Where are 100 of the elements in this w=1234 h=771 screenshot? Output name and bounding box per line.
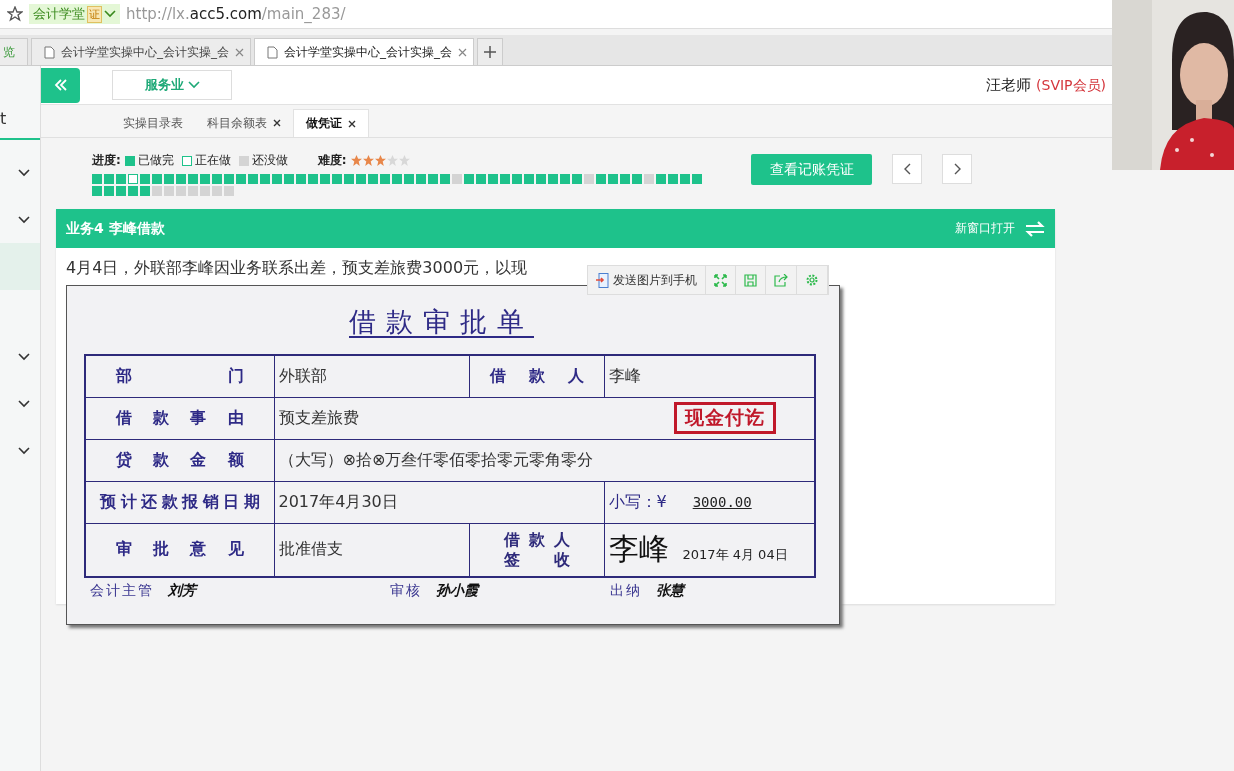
chevron-down-icon — [187, 81, 200, 89]
progress-square[interactable] — [296, 174, 306, 184]
collapse-button[interactable] — [41, 67, 80, 103]
progress-square[interactable] — [608, 174, 618, 184]
form-label: 贷款金额 — [85, 439, 274, 481]
chevron-down-icon — [18, 168, 30, 177]
progress-square[interactable] — [128, 186, 138, 196]
progress-square[interactable] — [344, 174, 354, 184]
task-title: 业务4 李峰借款 — [66, 219, 165, 238]
progress-square[interactable] — [452, 174, 462, 184]
progress-square[interactable] — [188, 174, 198, 184]
progress-square[interactable] — [248, 174, 258, 184]
signer-role: 出纳 — [610, 582, 642, 600]
chevron-left-icon — [903, 163, 911, 175]
form-label: 借款人 — [469, 355, 604, 397]
signer-name: 孙小霞 — [436, 582, 478, 600]
progress-square[interactable] — [188, 186, 198, 196]
progress-square[interactable] — [476, 174, 486, 184]
progress-square[interactable] — [104, 186, 114, 196]
progress-square[interactable] — [308, 174, 318, 184]
star-icon[interactable] — [7, 6, 23, 22]
progress-square[interactable] — [536, 174, 546, 184]
progress-square[interactable] — [176, 186, 186, 196]
browser-tab[interactable]: 会计学堂实操中心_会计实操_会 — [254, 38, 474, 65]
progress-square[interactable] — [128, 174, 138, 184]
progress-square[interactable] — [152, 174, 162, 184]
progress-square[interactable] — [224, 174, 234, 184]
progress-square[interactable] — [104, 174, 114, 184]
progress-square[interactable] — [92, 186, 102, 196]
browser-tab[interactable]: 会计学堂实操中心_会计实操_会 — [31, 38, 251, 65]
progress-square[interactable] — [92, 174, 102, 184]
progress-square[interactable] — [692, 174, 702, 184]
progress-square[interactable] — [668, 174, 678, 184]
progress-square[interactable] — [200, 174, 210, 184]
progress-square[interactable] — [572, 174, 582, 184]
progress-square[interactable] — [332, 174, 342, 184]
progress-square[interactable] — [224, 186, 234, 196]
progress-square[interactable] — [392, 174, 402, 184]
progress-square[interactable] — [488, 174, 498, 184]
sidebar-item[interactable] — [0, 243, 40, 290]
previous-button[interactable] — [892, 154, 922, 184]
progress-square[interactable] — [356, 174, 366, 184]
progress-square[interactable] — [284, 174, 294, 184]
plus-icon[interactable] — [484, 46, 496, 58]
form-value: 3000.00 — [691, 493, 752, 510]
progress-square[interactable] — [548, 174, 558, 184]
next-button[interactable] — [942, 154, 972, 184]
url-field[interactable]: http://lx.acc5.com/main_283/ — [126, 5, 346, 23]
progress-square[interactable] — [116, 186, 126, 196]
progress-square[interactable] — [524, 174, 534, 184]
star-icon — [398, 155, 410, 166]
progress-square[interactable] — [440, 174, 450, 184]
progress-square[interactable] — [260, 174, 270, 184]
page-tab[interactable]: 做凭证 — [293, 109, 369, 137]
progress-square[interactable] — [656, 174, 666, 184]
progress-square[interactable] — [464, 174, 474, 184]
close-icon[interactable] — [273, 119, 281, 127]
form-label: 借款人 — [503, 529, 570, 550]
progress-square[interactable] — [416, 174, 426, 184]
progress-square[interactable] — [680, 174, 690, 184]
progress-square[interactable] — [140, 174, 150, 184]
chevron-down-icon — [18, 446, 30, 455]
sign-date: 2017年 4月 04日 — [682, 546, 788, 565]
page-tab[interactable]: 科目余额表 — [195, 109, 293, 137]
progress-square[interactable] — [164, 186, 174, 196]
progress-square[interactable] — [236, 174, 246, 184]
progress-square[interactable] — [272, 174, 282, 184]
close-icon[interactable] — [348, 119, 356, 128]
progress-square[interactable] — [212, 174, 222, 184]
progress-square[interactable] — [620, 174, 630, 184]
progress-square[interactable] — [404, 174, 414, 184]
progress-square[interactable] — [512, 174, 522, 184]
difficulty-label: 难度: — [317, 152, 347, 169]
page-tab[interactable]: 实操目录表 — [111, 109, 195, 137]
progress-square[interactable] — [584, 174, 594, 184]
progress-square[interactable] — [176, 174, 186, 184]
progress-square[interactable] — [368, 174, 378, 184]
progress-square[interactable] — [140, 186, 150, 196]
progress-square[interactable] — [320, 174, 330, 184]
progress-square[interactable] — [200, 186, 210, 196]
progress-square[interactable] — [116, 174, 126, 184]
progress-square[interactable] — [596, 174, 606, 184]
progress-square[interactable] — [428, 174, 438, 184]
caret-icon — [104, 10, 116, 18]
page-icon — [44, 45, 55, 59]
progress-square[interactable] — [632, 174, 642, 184]
paid-stamp: 现金付讫 — [674, 402, 776, 434]
form-label: 部门 — [85, 355, 274, 397]
send-to-phone-button[interactable]: 发送图片到手机 — [588, 266, 706, 294]
progress-square[interactable] — [644, 174, 654, 184]
progress-square[interactable] — [500, 174, 510, 184]
progress-square[interactable] — [560, 174, 570, 184]
form-title: 借款审批单 — [349, 305, 534, 339]
progress-square[interactable] — [212, 186, 222, 196]
progress-square[interactable] — [152, 186, 162, 196]
progress-square[interactable] — [164, 174, 174, 184]
swap-arrows-icon — [1025, 220, 1045, 237]
site-badge[interactable]: 会计学堂 证 — [29, 4, 120, 24]
progress-label: 进度: — [92, 152, 121, 169]
progress-square[interactable] — [380, 174, 390, 184]
